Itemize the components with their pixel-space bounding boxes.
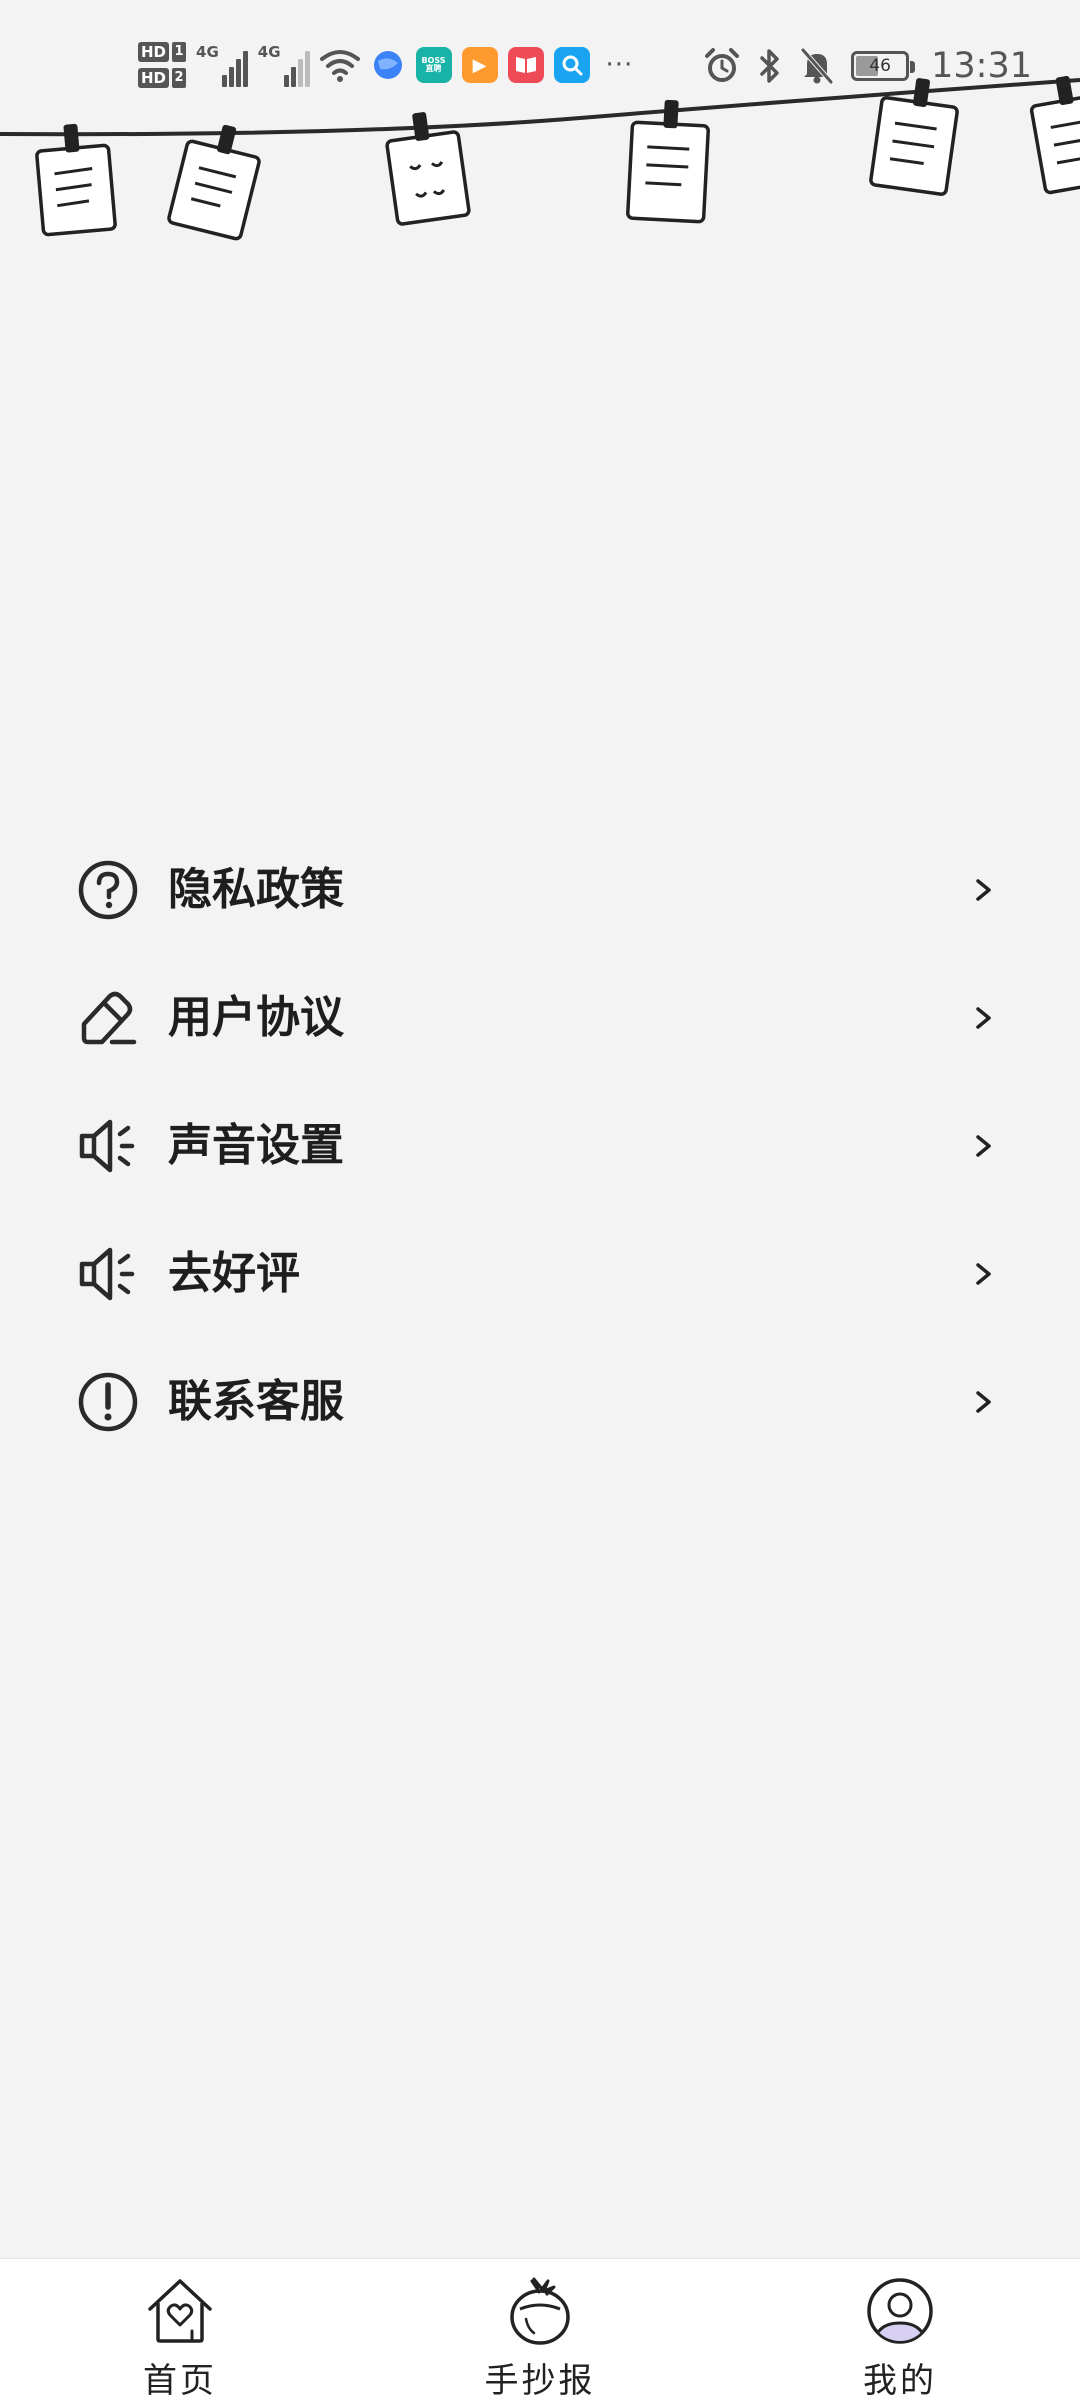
note-illustration (35, 123, 117, 237)
hd-label: HD (138, 42, 170, 62)
note-illustration (626, 99, 710, 224)
home-heart-icon (148, 2279, 212, 2343)
settings-menu: 隐私政策 用户协议 声音设置 去好评 联系客服 (0, 826, 1080, 1466)
tab-home[interactable]: 首页 (80, 2259, 280, 2400)
exclamation-circle-icon (78, 1372, 138, 1432)
menu-item-label: 声音设置 (168, 1120, 344, 1171)
pencil-icon (81, 991, 137, 1045)
chevron-right-icon (976, 1263, 991, 1285)
tab-label: 手抄报 (484, 2361, 596, 2400)
tab-label: 首页 (143, 2361, 217, 2400)
speaker-icon (79, 1119, 135, 1173)
chevron-right-icon (976, 1391, 991, 1413)
network-type-label: 4G (196, 43, 219, 61)
user-avatar-icon (867, 2278, 933, 2344)
menu-item-label: 隐私政策 (168, 864, 344, 915)
settings-screen: HD 1 HD 2 4G 4G BOSS直聘 ▶ ··· 46 13:31 隐私… (0, 0, 1080, 2400)
chevron-right-icon (976, 1135, 991, 1157)
menu-item-label: 用户协议 (168, 992, 344, 1043)
menu-item-rate-app[interactable]: 去好评 (0, 1210, 1080, 1338)
speaker-icon (79, 1247, 135, 1301)
menu-item-user-agreement[interactable]: 用户协议 (0, 954, 1080, 1082)
network-type-label: 4G (257, 43, 281, 61)
menu-item-privacy-policy[interactable]: 隐私政策 (0, 826, 1080, 954)
bottom-tab-bar: 首页 手抄报 我的 (0, 2258, 1080, 2400)
question-circle-icon (78, 860, 138, 920)
tab-mine[interactable]: 我的 (800, 2259, 1000, 2400)
chevron-right-icon (976, 1007, 991, 1029)
tab-label: 我的 (863, 2361, 937, 2400)
chevron-right-icon (976, 879, 991, 901)
menu-item-label: 去好评 (168, 1248, 300, 1299)
menu-item-contact-support[interactable]: 联系客服 (0, 1338, 1080, 1466)
hanging-notes-illustration (0, 75, 1080, 241)
sim-slot-label: 1 (172, 42, 187, 62)
tab-tabloid[interactable]: 手抄报 (440, 2259, 640, 2400)
tomato-icon (510, 2277, 570, 2345)
menu-item-sound-settings[interactable]: 声音设置 (0, 1082, 1080, 1210)
note-illustration (1029, 75, 1080, 195)
sim-badge-1: HD 1 (138, 42, 187, 62)
menu-item-label: 联系客服 (168, 1376, 344, 1427)
